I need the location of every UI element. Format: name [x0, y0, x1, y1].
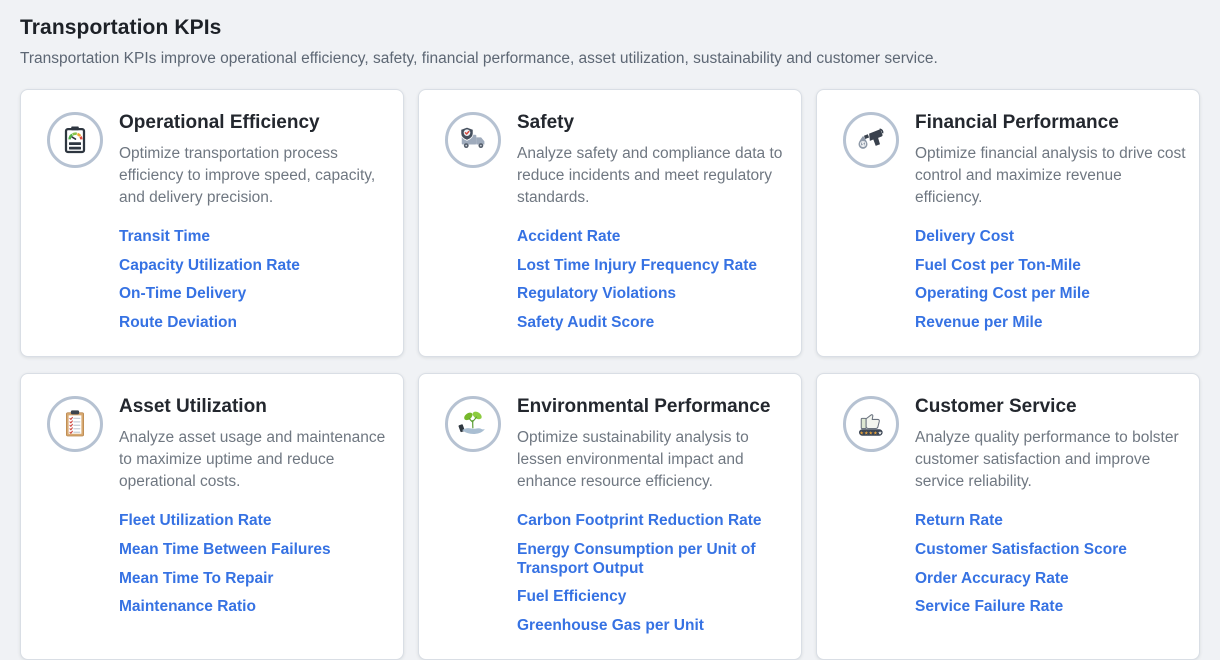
card-content: Asset Utilization Analyze asset usage an…	[119, 394, 391, 626]
kpi-link[interactable]: Delivery Cost	[915, 228, 1187, 247]
card-asset-utilization: Asset Utilization Analyze asset usage an…	[20, 373, 404, 660]
card-title: Environmental Performance	[517, 396, 789, 418]
kpi-link[interactable]: Order Accuracy Rate	[915, 570, 1187, 589]
page-title: Transportation KPIs	[20, 16, 1200, 40]
kpi-link[interactable]: Maintenance Ratio	[119, 598, 391, 617]
card-title: Safety	[517, 112, 789, 134]
kpi-link[interactable]: Service Failure Rate	[915, 598, 1187, 617]
card-description: Optimize sustainability analysis to less…	[517, 427, 789, 493]
kpi-link[interactable]: Mean Time To Repair	[119, 570, 391, 589]
card-description: Analyze quality performance to bolster c…	[915, 427, 1187, 493]
card-title: Financial Performance	[915, 112, 1187, 134]
kpi-link[interactable]: Mean Time Between Failures	[119, 541, 391, 560]
card-environmental-performance: Environmental Performance Optimize susta…	[418, 373, 802, 660]
kpi-grid: Operational Efficiency Optimize transpor…	[20, 89, 1200, 660]
kpi-link[interactable]: Lost Time Injury Frequency Rate	[517, 257, 789, 276]
kpi-link[interactable]: Revenue per Mile	[915, 314, 1187, 333]
kpi-link[interactable]: Fuel Efficiency	[517, 588, 789, 607]
kpi-link[interactable]: Accident Rate	[517, 228, 789, 247]
card-title: Operational Efficiency	[119, 112, 391, 134]
kpi-link[interactable]: Customer Satisfaction Score	[915, 541, 1187, 560]
card-content: Environmental Performance Optimize susta…	[517, 394, 789, 645]
card-title: Customer Service	[915, 396, 1187, 418]
kpi-link[interactable]: Fleet Utilization Rate	[119, 512, 391, 531]
kpi-link[interactable]: Transit Time	[119, 228, 391, 247]
transportation-kpis-page: Transportation KPIs Transportation KPIs …	[0, 0, 1220, 660]
kpi-link[interactable]: Energy Consumption per Unit of Transport…	[517, 541, 789, 578]
kpi-link[interactable]: Safety Audit Score	[517, 314, 789, 333]
fuel-nozzle-dollar-icon: $	[843, 112, 899, 168]
card-description: Optimize transportation process efficien…	[119, 143, 391, 209]
page-subtitle: Transportation KPIs improve operational …	[20, 50, 1200, 68]
card-safety: Safety Analyze safety and compliance dat…	[418, 89, 802, 357]
svg-text:$: $	[862, 142, 865, 148]
card-description: Optimize financial analysis to drive cos…	[915, 143, 1187, 209]
kpi-link[interactable]: Carbon Footprint Reduction Rate	[517, 512, 789, 531]
svg-text:★★★★★: ★★★★★	[859, 431, 882, 437]
kpi-link[interactable]: On-Time Delivery	[119, 285, 391, 304]
kpi-link[interactable]: Capacity Utilization Rate	[119, 257, 391, 276]
kpi-link[interactable]: Return Rate	[915, 512, 1187, 531]
kpi-link[interactable]: Regulatory Violations	[517, 285, 789, 304]
kpi-link[interactable]: Fuel Cost per Ton-Mile	[915, 257, 1187, 276]
card-description: Analyze safety and compliance data to re…	[517, 143, 789, 209]
hand-plant-icon	[445, 396, 501, 452]
card-description: Analyze asset usage and maintenance to m…	[119, 427, 391, 493]
card-content: Financial Performance Optimize financial…	[915, 110, 1187, 342]
truck-shield-icon	[445, 112, 501, 168]
card-content: Customer Service Analyze quality perform…	[915, 394, 1187, 626]
thumbs-up-stars-icon: ★★★★★	[843, 396, 899, 452]
card-financial-performance: $ Financial Performance Optimize financi…	[816, 89, 1200, 357]
kpi-link[interactable]: Greenhouse Gas per Unit	[517, 617, 789, 636]
card-customer-service: ★★★★★ Customer Service Analyze quality p…	[816, 373, 1200, 660]
card-content: Operational Efficiency Optimize transpor…	[119, 110, 391, 342]
kpi-link[interactable]: Route Deviation	[119, 314, 391, 333]
card-content: Safety Analyze safety and compliance dat…	[517, 110, 789, 342]
kpi-link[interactable]: Operating Cost per Mile	[915, 285, 1187, 304]
card-title: Asset Utilization	[119, 396, 391, 418]
gauge-clipboard-icon	[47, 112, 103, 168]
checklist-clipboard-icon	[47, 396, 103, 452]
card-operational-efficiency: Operational Efficiency Optimize transpor…	[20, 89, 404, 357]
